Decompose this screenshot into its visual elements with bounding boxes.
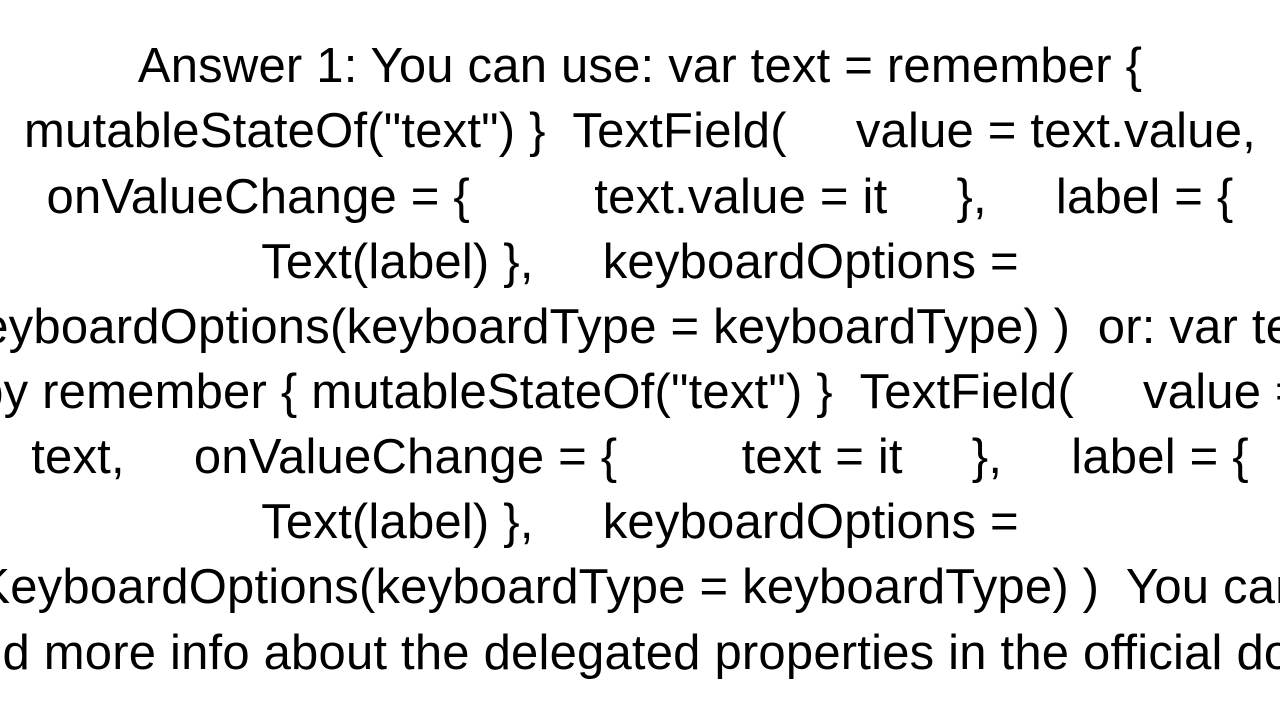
answer-text: Answer 1: You can use: var text = rememb… bbox=[0, 34, 1280, 686]
